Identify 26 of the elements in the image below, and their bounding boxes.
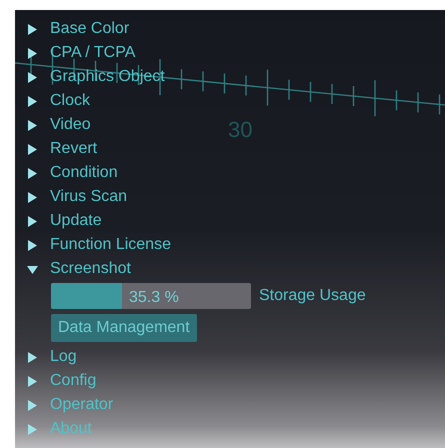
collapsed-arrow-icon[interactable] (27, 72, 38, 82)
collapsed-arrow-icon[interactable] (27, 24, 38, 34)
collapsed-arrow-icon[interactable] (27, 240, 38, 250)
menu-item[interactable]: Function License (50, 235, 171, 255)
menu-item[interactable]: Video (50, 115, 91, 135)
ruler-label: 30 (228, 117, 252, 142)
menu-item[interactable]: Virus Scan (50, 187, 128, 207)
collapsed-arrow-icon[interactable] (27, 376, 38, 386)
menu-item[interactable]: Update (50, 211, 102, 231)
menu-item[interactable]: Screenshot (50, 259, 131, 279)
collapsed-arrow-icon[interactable] (27, 192, 38, 202)
menu-item[interactable]: Clock (50, 91, 90, 111)
collapsed-arrow-icon[interactable] (27, 216, 38, 226)
collapsed-arrow-icon[interactable] (27, 48, 38, 58)
collapsed-arrow-icon[interactable] (27, 96, 38, 106)
meter-label: Storage Usage (259, 286, 366, 306)
menu-item[interactable]: Revert (50, 139, 98, 159)
menu-item[interactable]: Log (50, 347, 77, 367)
collapsed-arrow-icon[interactable] (27, 144, 38, 154)
menu-item[interactable]: Condition (50, 163, 118, 183)
collapsed-arrow-icon[interactable] (27, 352, 38, 362)
expanded-arrow-icon[interactable] (27, 264, 38, 274)
meter-reading: 35.3 % (129, 288, 179, 308)
menu-item[interactable]: Base Color (50, 19, 130, 39)
collapsed-arrow-icon[interactable] (27, 168, 38, 178)
collapsed-arrow-icon[interactable] (27, 120, 38, 130)
